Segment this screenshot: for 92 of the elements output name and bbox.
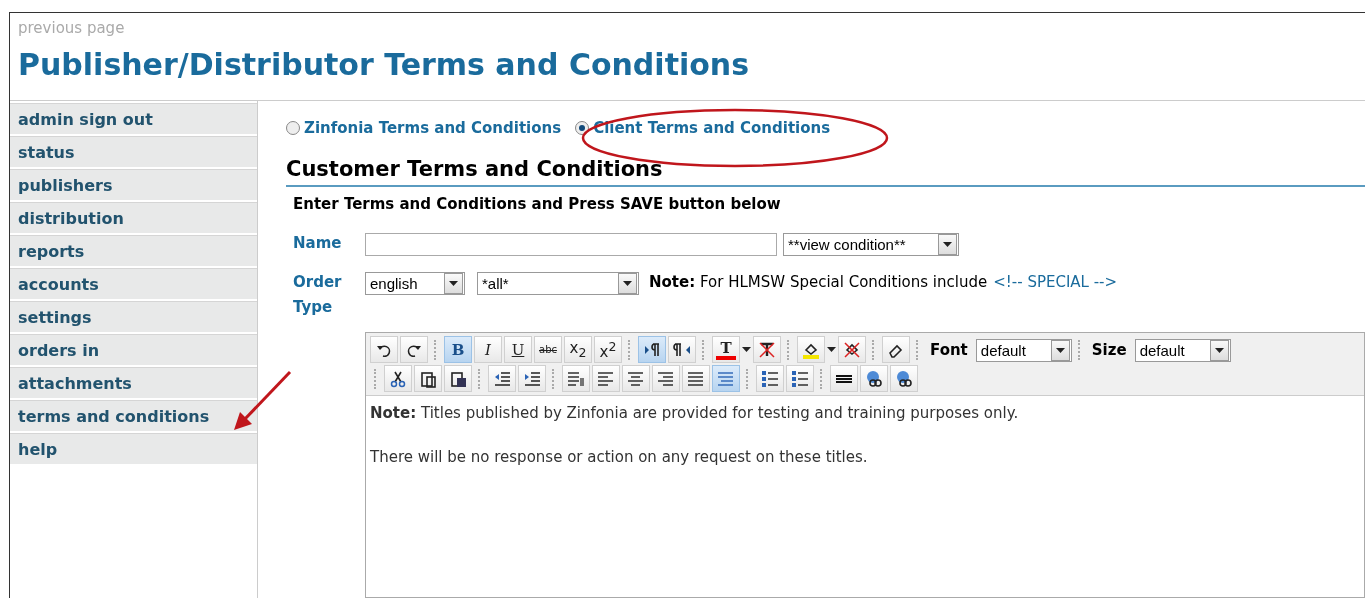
sidebar-item[interactable]: attachments — [10, 367, 257, 400]
center-button[interactable] — [622, 365, 650, 392]
sidebar-item[interactable]: accounts — [10, 268, 257, 301]
dropdown-arrow-icon — [742, 347, 751, 352]
wrap-button[interactable] — [712, 365, 740, 392]
italic-button[interactable]: I — [474, 336, 502, 363]
toolbar-select[interactable]: default — [1134, 339, 1231, 362]
language-select[interactable]: english — [365, 272, 465, 295]
undo-button[interactable] — [370, 336, 398, 363]
clear-highlight-icon — [843, 340, 861, 359]
indent-icon — [523, 369, 541, 388]
clipboard-icon — [419, 369, 437, 388]
text-align-icon — [687, 369, 705, 388]
sup-button[interactable]: x$^{2}$ — [594, 336, 622, 363]
toolbar-label: Font — [930, 340, 968, 359]
eraser-button[interactable] — [882, 336, 910, 363]
dropdown-caret-icon[interactable] — [742, 347, 751, 352]
sidebar-item[interactable]: settings — [10, 301, 257, 334]
hr-button[interactable] — [830, 365, 858, 392]
dropdown-arrow-icon — [623, 281, 632, 286]
special-tag-link[interactable]: <!-- SPECIAL --> — [993, 270, 1118, 295]
page-title: Publisher/Distributor Terms and Conditions — [18, 47, 750, 82]
type-select[interactable]: *all* — [477, 272, 639, 295]
justify-button[interactable] — [682, 365, 710, 392]
clipboard-icon — [449, 369, 467, 388]
note-text: Note: For HLMSW Special Conditions include — [649, 272, 988, 293]
condition-select[interactable]: **view condition** — [783, 233, 959, 256]
dropdown-arrow-icon — [449, 281, 458, 286]
paragraph-direction-icon — [673, 340, 691, 359]
radio-button[interactable] — [575, 121, 590, 135]
field-label: Name — [293, 233, 343, 254]
editor-paragraph: Note: Titles published by Zinfonia are provided for testing and training purposes only. — [370, 403, 1019, 424]
numbered-list-icon — [761, 369, 779, 388]
right-button[interactable] — [652, 365, 680, 392]
outdent-icon — [493, 369, 511, 388]
link-button[interactable] — [860, 365, 888, 392]
sidebar-item[interactable]: reports — [10, 235, 257, 268]
paragraph-button[interactable] — [562, 365, 590, 392]
dropdown-arrow-icon — [1214, 348, 1224, 353]
toolbar-select[interactable]: default — [975, 339, 1072, 362]
section-title: Customer Terms and Conditions — [286, 157, 1365, 187]
name-input[interactable] — [365, 233, 777, 256]
outdent-button[interactable] — [488, 365, 516, 392]
dropdown-arrow-icon — [1055, 348, 1065, 353]
paste-button[interactable] — [414, 365, 442, 392]
rtl-button[interactable] — [668, 336, 696, 363]
highlight-button[interactable] — [797, 336, 825, 363]
globe-unlink-icon — [895, 369, 913, 388]
bullet-list-icon — [791, 369, 809, 388]
ol-button[interactable] — [756, 365, 784, 392]
dropdown-arrow-icon — [943, 242, 952, 247]
sidebar-item[interactable]: terms and conditions — [10, 400, 257, 433]
toolbar-label: Size — [1091, 340, 1127, 359]
pasteword-button[interactable] — [444, 365, 472, 392]
strike-button[interactable]: abc — [534, 336, 562, 363]
text-align-icon — [657, 369, 675, 388]
paragraph-direction-icon — [643, 340, 661, 359]
cut-button[interactable] — [384, 365, 412, 392]
text-align-icon — [567, 369, 585, 388]
left-button[interactable] — [592, 365, 620, 392]
sidebar-item[interactable]: distribution — [10, 202, 257, 235]
text-align-icon — [597, 369, 615, 388]
sidebar-item[interactable]: admin sign out — [10, 103, 257, 136]
dropdown-caret-icon[interactable] — [827, 347, 836, 352]
editor-paragraph: There will be no response or action on any request on these titles. — [370, 447, 868, 468]
unlink-button[interactable] — [890, 365, 918, 392]
ltr-button[interactable] — [638, 336, 666, 363]
clear-color-icon — [758, 340, 776, 359]
radio-option[interactable]: Zinfonia Terms and Conditions — [286, 119, 562, 137]
dropdown-arrow-icon — [827, 347, 836, 352]
nocolor-button[interactable] — [753, 336, 781, 363]
globe-link-icon — [865, 369, 883, 388]
bold-button[interactable]: B — [444, 336, 472, 363]
redo-button[interactable] — [400, 336, 428, 363]
nohighlight-button[interactable] — [838, 336, 866, 363]
instructions-text: Enter Terms and Conditions and Press SAVE button below — [293, 195, 781, 213]
underline-button[interactable]: U — [504, 336, 532, 363]
indent-button[interactable] — [518, 365, 546, 392]
sidebar-item[interactable]: help — [10, 433, 257, 466]
radio-button[interactable] — [286, 121, 300, 135]
scissors-icon — [389, 369, 407, 388]
sub-button[interactable]: x$_{2}$ — [564, 336, 592, 363]
sidebar-item[interactable]: publishers — [10, 169, 257, 202]
text-align-icon — [627, 369, 645, 388]
radio-option[interactable]: Client Terms and Conditions — [575, 119, 831, 137]
sidebar-item[interactable]: orders in — [10, 334, 257, 367]
text-align-icon — [717, 369, 735, 388]
field-label: Order Type — [293, 272, 343, 318]
textcolor-button[interactable]: T — [712, 336, 740, 363]
ul-button[interactable] — [786, 365, 814, 392]
rich-text-editor[interactable] — [365, 332, 1365, 598]
sidebar-item[interactable]: status — [10, 136, 257, 169]
